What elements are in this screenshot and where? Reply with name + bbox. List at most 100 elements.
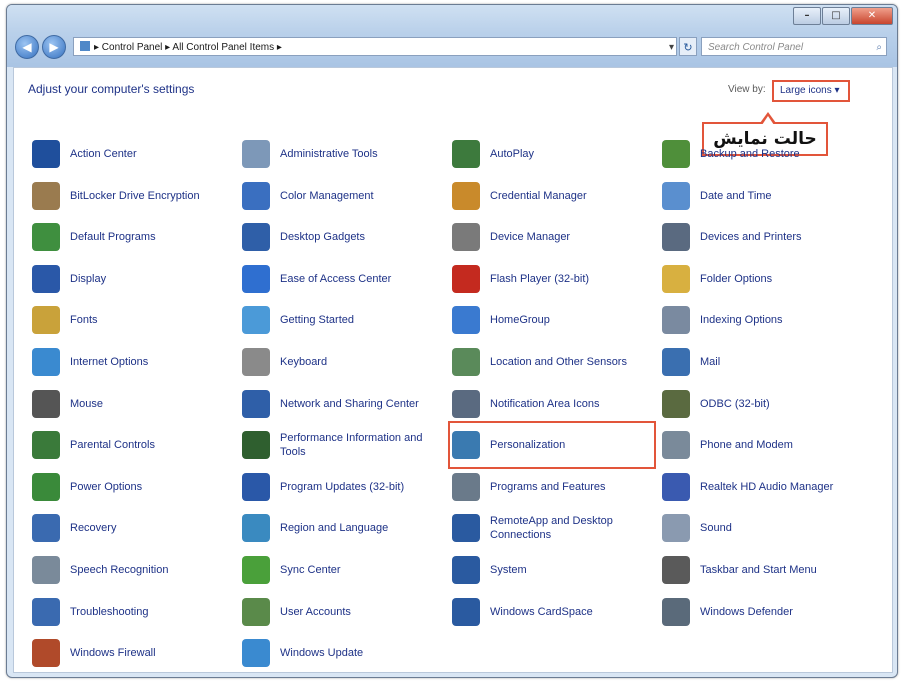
minimize-button[interactable]: –: [793, 7, 821, 25]
network-icon: [242, 389, 270, 418]
item-label: Backup and Restore: [700, 148, 800, 160]
control-panel-item[interactable]: Phone and Modem: [662, 425, 862, 465]
device-manager-icon: [452, 223, 480, 252]
item-label: Location and Other Sensors: [490, 356, 627, 368]
control-panel-item[interactable]: Devices and Printers: [662, 217, 862, 257]
notification-icon: [452, 389, 480, 418]
control-panel-item[interactable]: Default Programs: [32, 217, 232, 257]
control-panel-item[interactable]: Recovery: [32, 508, 232, 548]
item-label: Getting Started: [280, 314, 354, 327]
content-pane: Adjust your computer's settings View by:…: [13, 67, 893, 673]
control-panel-item[interactable]: Ease of Access Center: [242, 259, 442, 299]
item-label: Power Options: [70, 480, 143, 493]
bitlocker-icon: [32, 181, 60, 210]
control-panel-item[interactable]: Speech Recognition: [32, 550, 232, 590]
printer-icon: [662, 223, 690, 252]
control-panel-item[interactable]: Windows Defender: [662, 592, 862, 632]
control-panel-item[interactable]: Mail: [662, 342, 862, 382]
indexing-icon: [662, 306, 690, 335]
control-panel-item[interactable]: AutoPlay: [452, 134, 652, 174]
control-panel-item[interactable]: Date and Time: [662, 176, 862, 216]
search-placeholder: Search Control Panel: [708, 42, 804, 53]
control-panel-item[interactable]: Desktop Gadgets: [242, 217, 442, 257]
item-label: Personalization: [490, 439, 566, 452]
control-panel-item[interactable]: Getting Started: [242, 300, 442, 340]
address-bar[interactable]: ▸ Control Panel ▸ All Control Panel Item…: [73, 37, 677, 56]
personalization-icon: [452, 431, 480, 460]
item-label: Administrative Tools: [280, 148, 378, 160]
control-panel-item[interactable]: Realtek HD Audio Manager: [662, 467, 862, 507]
control-panel-item[interactable]: Programs and Features: [452, 467, 652, 507]
item-label: Notification Area Icons: [490, 397, 600, 410]
control-panel-item[interactable]: Backup and Restore: [662, 134, 862, 174]
control-panel-item[interactable]: System: [452, 550, 652, 590]
control-panel-item[interactable]: Display: [32, 259, 232, 299]
autoplay-icon: [452, 140, 480, 168]
recovery-icon: [32, 514, 60, 543]
forward-button[interactable]: ▶: [42, 35, 66, 59]
page-title: Adjust your computer's settings: [28, 82, 195, 96]
control-panel-item[interactable]: Network and Sharing Center: [242, 384, 442, 424]
control-panel-item[interactable]: Performance Information and Tools: [242, 425, 442, 465]
control-panel-item[interactable]: Windows CardSpace: [452, 592, 652, 632]
control-panel-item[interactable]: BitLocker Drive Encryption: [32, 176, 232, 216]
item-label: Indexing Options: [700, 314, 783, 327]
color-management-icon: [242, 181, 270, 210]
control-panel-item[interactable]: Region and Language: [242, 508, 442, 548]
control-panel-item[interactable]: Troubleshooting: [32, 592, 232, 632]
control-panel-item[interactable]: Power Options: [32, 467, 232, 507]
control-panel-item[interactable]: Location and Other Sensors: [452, 342, 652, 382]
chevron-down-icon[interactable]: ▾: [669, 38, 674, 57]
item-label: Keyboard: [280, 356, 328, 368]
search-icon[interactable]: ⌕: [876, 38, 882, 57]
admin-tools-icon: [242, 140, 270, 168]
item-label: Speech Recognition: [70, 564, 169, 576]
control-panel-item[interactable]: Color Management: [242, 176, 442, 216]
control-panel-item[interactable]: Sync Center: [242, 550, 442, 590]
view-by-dropdown[interactable]: Large icons ▾: [772, 80, 850, 102]
item-label: Troubleshooting: [70, 605, 149, 618]
control-panel-item[interactable]: Windows Firewall: [32, 633, 232, 673]
control-panel-item[interactable]: HomeGroup: [452, 300, 652, 340]
user-accounts-icon: [242, 597, 270, 626]
item-label: User Accounts: [280, 605, 351, 618]
control-panel-item[interactable]: Device Manager: [452, 217, 652, 257]
control-panel-item[interactable]: RemoteApp and Desktop Connections: [452, 508, 652, 548]
view-by-label: View by:: [728, 84, 766, 95]
control-panel-item[interactable]: Internet Options: [32, 342, 232, 382]
back-button[interactable]: ◀: [15, 35, 39, 59]
control-panel-item[interactable]: Sound: [662, 508, 862, 548]
control-panel-item[interactable]: Taskbar and Start Menu: [662, 550, 862, 590]
item-label: Parental Controls: [70, 439, 155, 452]
control-panel-item[interactable]: Indexing Options: [662, 300, 862, 340]
phone-icon: [662, 431, 690, 460]
control-panel-item[interactable]: Credential Manager: [452, 176, 652, 216]
control-panel-item[interactable]: Parental Controls: [32, 425, 232, 465]
control-panel-item[interactable]: Folder Options: [662, 259, 862, 299]
item-label: Region and Language: [280, 522, 389, 535]
control-panel-item[interactable]: ODBC (32-bit): [662, 384, 862, 424]
control-panel-item[interactable]: Administrative Tools: [242, 134, 442, 174]
control-panel-item[interactable]: Fonts: [32, 300, 232, 340]
refresh-icon[interactable]: ↻: [679, 37, 697, 56]
item-label: Programs and Features: [490, 480, 606, 493]
control-panel-item[interactable]: Windows Update: [242, 633, 442, 673]
control-panel-item[interactable]: Notification Area Icons: [452, 384, 652, 424]
control-panel-item[interactable]: Program Updates (32-bit): [242, 467, 442, 507]
fonts-icon: [32, 306, 60, 335]
control-panel-item[interactable]: Mouse: [32, 384, 232, 424]
control-panel-item[interactable]: Action Center: [32, 134, 232, 174]
backup-icon: [662, 140, 690, 168]
control-panel-item[interactable]: Personalization: [448, 421, 656, 470]
control-panel-item[interactable]: Flash Player (32-bit): [452, 259, 652, 299]
gadgets-icon: [242, 223, 270, 252]
maximize-button[interactable]: □: [822, 7, 850, 25]
item-label: Realtek HD Audio Manager: [700, 480, 834, 493]
control-panel-item[interactable]: Keyboard: [242, 342, 442, 382]
item-label: Sound: [700, 522, 732, 535]
close-button[interactable]: ✕: [851, 7, 893, 25]
control-panel-item[interactable]: User Accounts: [242, 592, 442, 632]
region-icon: [242, 514, 270, 543]
search-input[interactable]: Search Control Panel ⌕: [701, 37, 887, 56]
item-label: BitLocker Drive Encryption: [70, 189, 200, 202]
